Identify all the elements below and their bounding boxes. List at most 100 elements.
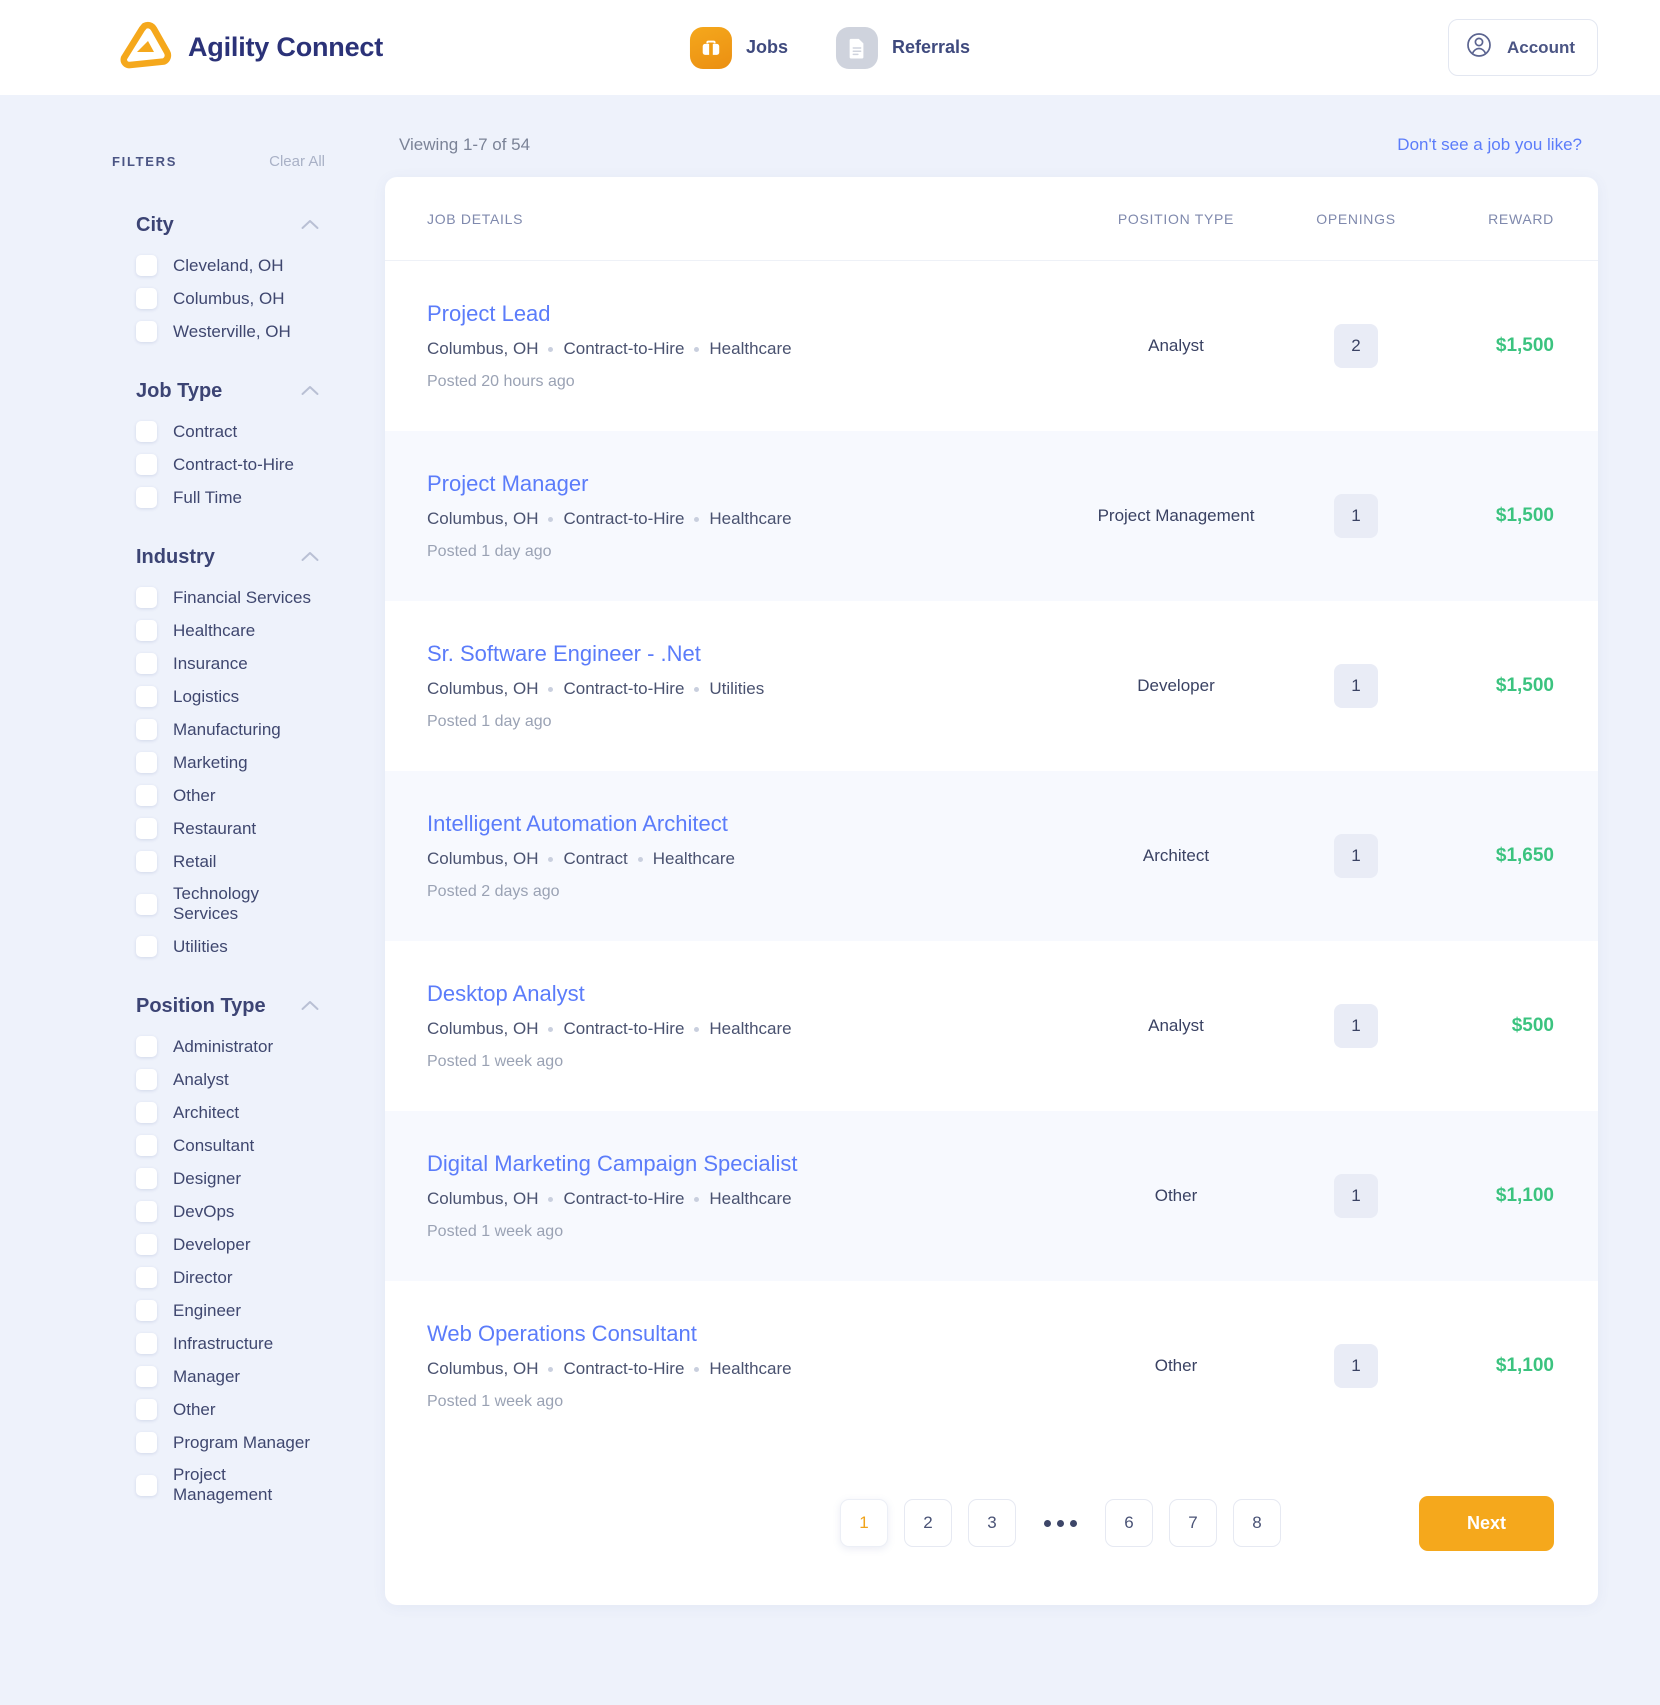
- filter-option[interactable]: Full Time: [112, 481, 325, 514]
- filter-option[interactable]: Architect: [112, 1096, 325, 1129]
- checkbox[interactable]: [136, 1474, 157, 1496]
- checkbox[interactable]: [136, 686, 157, 707]
- checkbox[interactable]: [136, 851, 157, 872]
- filter-option[interactable]: Analyst: [112, 1063, 325, 1096]
- checkbox[interactable]: [136, 321, 157, 342]
- job-title-link[interactable]: Web Operations Consultant: [427, 1321, 697, 1347]
- checkbox[interactable]: [136, 752, 157, 773]
- checkbox[interactable]: [136, 893, 157, 915]
- checkbox[interactable]: [136, 587, 157, 608]
- checkbox[interactable]: [136, 1267, 157, 1288]
- filter-option[interactable]: Insurance: [112, 647, 325, 680]
- filter-option[interactable]: Contract: [112, 415, 325, 448]
- filter-option[interactable]: Other: [112, 779, 325, 812]
- checkbox[interactable]: [136, 1036, 157, 1057]
- table-row[interactable]: Digital Marketing Campaign Specialist Col…: [385, 1111, 1598, 1281]
- checkbox[interactable]: [136, 1201, 157, 1222]
- filter-group-toggle[interactable]: Job Type: [112, 366, 325, 415]
- checkbox[interactable]: [136, 1333, 157, 1354]
- checkbox[interactable]: [136, 1135, 157, 1156]
- filter-option[interactable]: Logistics: [112, 680, 325, 713]
- job-details-cell: Project Manager Columbus, OH Contract-to-H…: [427, 471, 1062, 561]
- checkbox[interactable]: [136, 1300, 157, 1321]
- filter-option[interactable]: Utilities: [112, 930, 325, 963]
- nav-item-referrals[interactable]: Referrals: [835, 26, 970, 69]
- job-industry: Healthcare: [709, 339, 792, 358]
- job-title-link[interactable]: Project Lead: [427, 301, 551, 327]
- checkbox[interactable]: [136, 1069, 157, 1090]
- filter-option[interactable]: Engineer: [112, 1294, 325, 1327]
- pagination-page-7[interactable]: 7: [1169, 1499, 1217, 1547]
- checkbox[interactable]: [136, 1366, 157, 1387]
- filter-group-toggle[interactable]: City: [112, 200, 325, 249]
- filter-option[interactable]: Director: [112, 1261, 325, 1294]
- job-position-type: Other: [1154, 1186, 1198, 1205]
- checkbox[interactable]: [136, 1102, 157, 1123]
- filter-option[interactable]: Restaurant: [112, 812, 325, 845]
- filter-option[interactable]: Financial Services: [112, 581, 325, 614]
- filter-option[interactable]: Other: [112, 1393, 325, 1426]
- job-title-link[interactable]: Sr. Software Engineer - .Net: [427, 641, 701, 667]
- filter-option[interactable]: Administrator: [112, 1030, 325, 1063]
- table-row[interactable]: Sr. Software Engineer - .Net Columbus, OH…: [385, 601, 1598, 771]
- job-title-link[interactable]: Intelligent Automation Architect: [427, 811, 728, 837]
- next-page-button[interactable]: Next: [1418, 1495, 1554, 1551]
- table-row[interactable]: Intelligent Automation Architect Columbus…: [385, 771, 1598, 941]
- filter-option[interactable]: Manager: [112, 1360, 325, 1393]
- filter-option[interactable]: Westerville, OH: [112, 315, 325, 348]
- filter-option[interactable]: Cleveland, OH: [112, 249, 325, 282]
- checkbox[interactable]: [136, 1234, 157, 1255]
- no-job-link[interactable]: Don't see a job you like?: [1397, 135, 1582, 155]
- checkbox[interactable]: [136, 620, 157, 641]
- checkbox[interactable]: [136, 288, 157, 309]
- job-title-link[interactable]: Project Manager: [427, 471, 588, 497]
- job-title-link[interactable]: Desktop Analyst: [427, 981, 585, 1007]
- table-row[interactable]: Project Manager Columbus, OH Contract-to-H…: [385, 431, 1598, 601]
- filter-option[interactable]: Healthcare: [112, 614, 325, 647]
- table-row[interactable]: Desktop Analyst Columbus, OH Contract-to-H…: [385, 941, 1598, 1111]
- separator-dot-icon: [694, 1196, 700, 1202]
- checkbox[interactable]: [136, 653, 157, 674]
- nav-item-jobs[interactable]: Jobs: [689, 26, 788, 69]
- checkbox[interactable]: [136, 1399, 157, 1420]
- checkbox[interactable]: [136, 1432, 157, 1453]
- table-row[interactable]: Web Operations Consultant Columbus, OH Con…: [385, 1281, 1598, 1451]
- checkbox[interactable]: [136, 421, 157, 442]
- checkbox[interactable]: [136, 487, 157, 508]
- filter-option[interactable]: Contract-to-Hire: [112, 448, 325, 481]
- pagination-page-2[interactable]: 2: [904, 1499, 952, 1547]
- filter-option[interactable]: DevOps: [112, 1195, 325, 1228]
- pagination-page-3[interactable]: 3: [968, 1499, 1016, 1547]
- job-openings-cell: 1: [1290, 1004, 1422, 1048]
- pagination-pages: 123 678: [700, 1499, 1281, 1547]
- filter-option[interactable]: Infrastructure: [112, 1327, 325, 1360]
- filter-option[interactable]: Technology Services: [112, 878, 325, 930]
- filter-option[interactable]: Developer: [112, 1228, 325, 1261]
- checkbox[interactable]: [136, 818, 157, 839]
- checkbox[interactable]: [136, 454, 157, 475]
- filter-option[interactable]: Marketing: [112, 746, 325, 779]
- checkbox[interactable]: [136, 719, 157, 740]
- checkbox[interactable]: [136, 785, 157, 806]
- pagination-page-6[interactable]: 6: [1105, 1499, 1153, 1547]
- filter-option[interactable]: Retail: [112, 845, 325, 878]
- checkbox[interactable]: [136, 936, 157, 957]
- table-row[interactable]: Project Lead Columbus, OH Contract-to-Hire…: [385, 261, 1598, 431]
- openings-badge: 1: [1334, 1004, 1378, 1048]
- pagination-page-1[interactable]: 1: [840, 1499, 888, 1547]
- job-title-link[interactable]: Digital Marketing Campaign Specialist: [427, 1151, 798, 1177]
- checkbox[interactable]: [136, 255, 157, 276]
- filter-option[interactable]: Program Manager: [112, 1426, 325, 1459]
- filter-group-toggle[interactable]: Industry: [112, 532, 325, 581]
- filter-group-toggle[interactable]: Position Type: [112, 981, 325, 1030]
- account-button[interactable]: Account: [1448, 19, 1598, 76]
- clear-all-link[interactable]: Clear All: [269, 153, 325, 170]
- filter-option[interactable]: Columbus, OH: [112, 282, 325, 315]
- checkbox[interactable]: [136, 1168, 157, 1189]
- filter-option[interactable]: Project Management: [112, 1459, 325, 1511]
- brand[interactable]: Agility Connect: [118, 20, 383, 76]
- filter-option[interactable]: Consultant: [112, 1129, 325, 1162]
- pagination-page-8[interactable]: 8: [1233, 1499, 1281, 1547]
- filter-option[interactable]: Designer: [112, 1162, 325, 1195]
- filter-option[interactable]: Manufacturing: [112, 713, 325, 746]
